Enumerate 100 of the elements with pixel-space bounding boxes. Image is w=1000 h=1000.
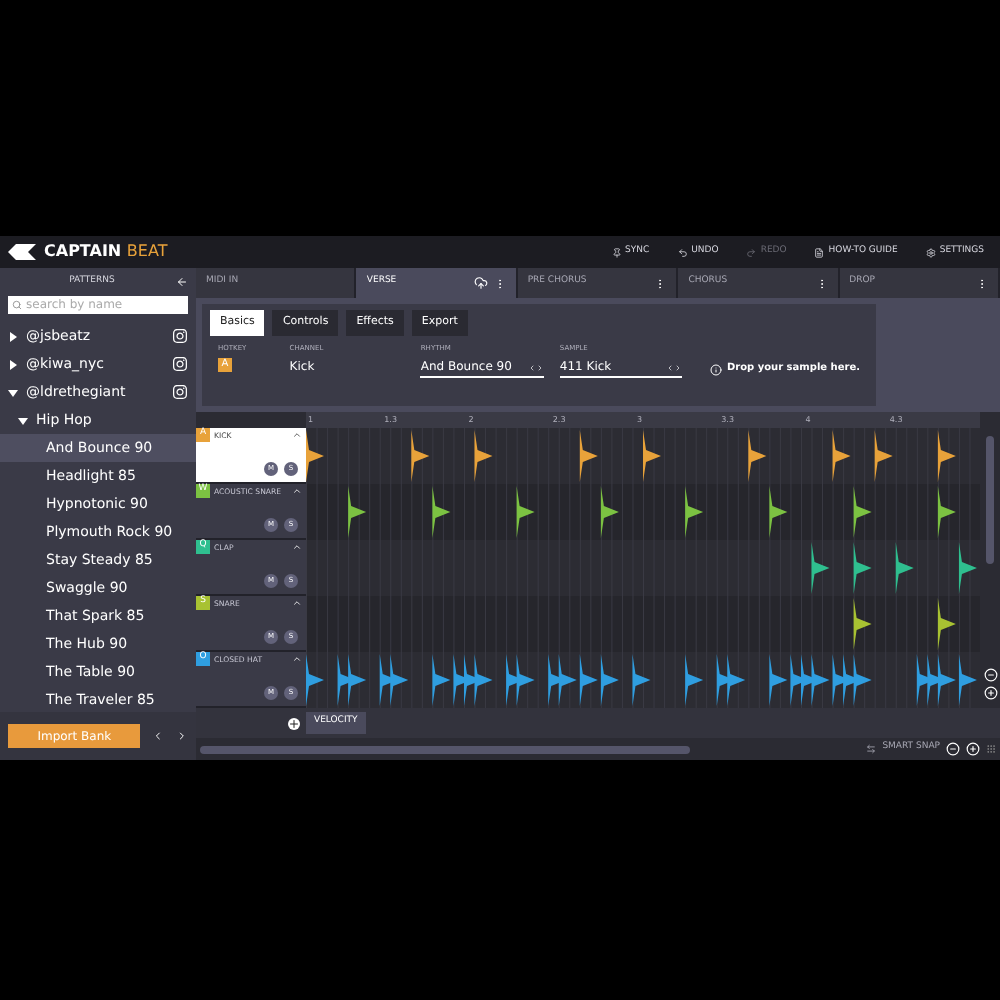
step-cell[interactable] <box>844 484 854 540</box>
step-cell[interactable] <box>475 484 486 540</box>
step-cell[interactable] <box>707 596 717 652</box>
step-cell[interactable] <box>654 428 665 484</box>
step-cell[interactable] <box>328 596 338 652</box>
step-cell[interactable] <box>559 596 570 652</box>
hit-marker[interactable] <box>579 430 598 482</box>
step-cell[interactable] <box>770 428 780 484</box>
step-cell[interactable] <box>917 596 928 652</box>
zoom-out-icon[interactable] <box>983 668 997 682</box>
step-cell[interactable] <box>844 596 854 652</box>
step-cell[interactable] <box>644 652 654 708</box>
step-cell[interactable] <box>601 540 612 596</box>
step-cell[interactable] <box>738 652 749 708</box>
step-cell[interactable] <box>728 428 738 484</box>
hit-marker[interactable] <box>348 486 367 538</box>
step-cell[interactable] <box>812 596 823 652</box>
hit-marker[interactable] <box>937 430 956 482</box>
step-cell[interactable] <box>612 428 622 484</box>
step-cell[interactable] <box>717 596 728 652</box>
hit-marker[interactable] <box>853 542 872 594</box>
step-cell[interactable] <box>359 428 370 484</box>
step-cell[interactable] <box>717 428 728 484</box>
hit-marker[interactable] <box>600 486 619 538</box>
step-cell[interactable] <box>507 540 517 596</box>
step-cell[interactable] <box>549 596 559 652</box>
step-cell[interactable] <box>601 596 612 652</box>
step-cell[interactable] <box>338 596 349 652</box>
step-cell[interactable] <box>780 652 791 708</box>
step-cell[interactable] <box>759 484 770 540</box>
step-cell[interactable] <box>422 596 433 652</box>
step-cell[interactable] <box>833 596 844 652</box>
step-cell[interactable] <box>886 428 896 484</box>
hit-marker[interactable] <box>558 654 577 706</box>
step-cell[interactable] <box>928 428 938 484</box>
step-cell[interactable] <box>559 428 570 484</box>
hit-marker[interactable] <box>769 486 788 538</box>
step-cell[interactable] <box>907 540 917 596</box>
step-cell[interactable] <box>686 428 696 484</box>
step-cell[interactable] <box>507 428 517 484</box>
step-cell[interactable] <box>538 596 549 652</box>
step-cell[interactable] <box>644 596 654 652</box>
instagram-icon[interactable] <box>172 356 188 372</box>
step-cell[interactable] <box>833 484 844 540</box>
step-cell[interactable] <box>454 596 464 652</box>
step-cell[interactable] <box>801 540 812 596</box>
step-cell[interactable] <box>928 484 938 540</box>
step-cell[interactable] <box>317 652 328 708</box>
step-cell[interactable] <box>496 596 507 652</box>
step-cell[interactable] <box>486 652 496 708</box>
step-cell[interactable] <box>970 540 980 596</box>
step-cell[interactable] <box>528 484 538 540</box>
step-cell[interactable] <box>865 540 875 596</box>
step-cell[interactable] <box>391 428 401 484</box>
hit-marker[interactable] <box>579 654 598 706</box>
step-cell[interactable] <box>823 652 833 708</box>
step-cell[interactable] <box>823 428 833 484</box>
step-cell[interactable] <box>780 428 791 484</box>
step-cell[interactable] <box>338 428 349 484</box>
step-cell[interactable] <box>370 596 380 652</box>
step-cell[interactable] <box>738 428 749 484</box>
step-cell[interactable] <box>812 484 823 540</box>
hit-marker[interactable] <box>411 430 430 482</box>
step-cell[interactable] <box>307 596 317 652</box>
step-cell[interactable] <box>886 484 896 540</box>
step-cell[interactable] <box>770 540 780 596</box>
step-cell[interactable] <box>359 652 370 708</box>
step-cell[interactable] <box>570 596 580 652</box>
step-cell[interactable] <box>464 484 475 540</box>
step-cell[interactable] <box>875 484 886 540</box>
step-cell[interactable] <box>665 428 675 484</box>
step-cell[interactable] <box>443 484 454 540</box>
step-cell[interactable] <box>928 540 938 596</box>
step-cell[interactable] <box>422 540 433 596</box>
hit-marker[interactable] <box>632 654 651 706</box>
step-cell[interactable] <box>528 652 538 708</box>
hit-marker[interactable] <box>853 598 872 650</box>
step-cell[interactable] <box>886 596 896 652</box>
step-cell[interactable] <box>823 484 833 540</box>
step-cell[interactable] <box>949 484 959 540</box>
step-cell[interactable] <box>328 652 338 708</box>
step-cell[interactable] <box>644 540 654 596</box>
step-cell[interactable] <box>622 652 633 708</box>
step-cell[interactable] <box>696 652 707 708</box>
caret-right-icon[interactable] <box>8 359 18 369</box>
step-cell[interactable] <box>591 596 601 652</box>
back-arrow-icon[interactable] <box>176 276 188 288</box>
instagram-icon[interactable] <box>172 384 188 400</box>
step-cell[interactable] <box>412 484 422 540</box>
step-cell[interactable] <box>591 484 601 540</box>
step-cell[interactable] <box>338 484 349 540</box>
step-cell[interactable] <box>823 540 833 596</box>
instagram-icon[interactable] <box>172 328 188 344</box>
step-cell[interactable] <box>517 596 528 652</box>
step-cell[interactable] <box>759 596 770 652</box>
step-cell[interactable] <box>622 428 633 484</box>
step-cell[interactable] <box>865 428 875 484</box>
step-cell[interactable] <box>464 596 475 652</box>
zoom-in-icon[interactable] <box>983 686 997 700</box>
step-cell[interactable] <box>570 652 580 708</box>
